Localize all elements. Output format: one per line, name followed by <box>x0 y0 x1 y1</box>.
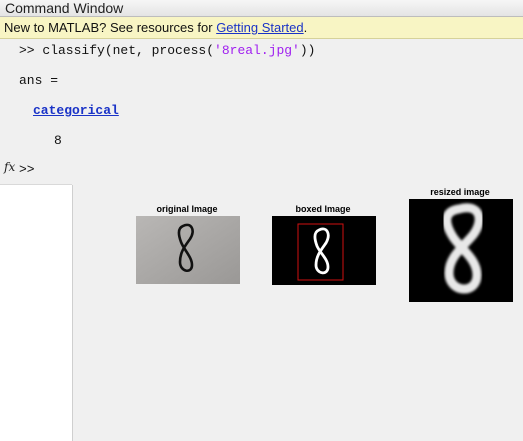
categorical-link[interactable]: categorical <box>33 103 119 118</box>
active-prompt[interactable]: >> <box>19 162 35 177</box>
figure-panel: original Image boxed Image resized image <box>72 185 523 441</box>
subplot-title-boxed: boxed Image <box>295 204 351 214</box>
subplot-title-resized: resized image <box>430 187 490 197</box>
command-string: '8real.jpg' <box>214 43 300 58</box>
ans-line: ans = <box>19 73 59 88</box>
fx-symbol: fx <box>4 160 16 174</box>
original-image <box>136 216 240 284</box>
banner-text: New to MATLAB? See resources for <box>4 20 217 35</box>
getting-started-link[interactable]: Getting Started <box>216 20 303 35</box>
subplot-title-original: original Image <box>156 204 218 214</box>
resized-digit-drawing <box>409 199 513 302</box>
command-suffix: )) <box>299 43 316 58</box>
boxed-digit-drawing <box>272 216 376 285</box>
banner-trailing: . <box>303 20 308 35</box>
resized-image <box>409 199 513 302</box>
result-value: 8 <box>54 133 62 148</box>
divider <box>0 184 72 185</box>
command-window: Command Window New to MATLAB? See resour… <box>0 0 523 185</box>
command-window-titlebar[interactable]: Command Window <box>0 0 523 17</box>
function-browser-icon[interactable]: fx <box>4 160 15 174</box>
boxed-image <box>272 216 376 285</box>
command-prefix: classify(net, process( <box>42 43 215 58</box>
result-type: categorical <box>33 103 119 118</box>
getting-started-banner: New to MATLAB? See resources for Getting… <box>0 17 523 39</box>
original-digit-drawing <box>136 216 240 284</box>
command-line: >> classify(net, process('8real.jpg')) <box>19 43 315 58</box>
prompt: >> <box>19 43 43 58</box>
window-title: Command Window <box>5 0 124 16</box>
